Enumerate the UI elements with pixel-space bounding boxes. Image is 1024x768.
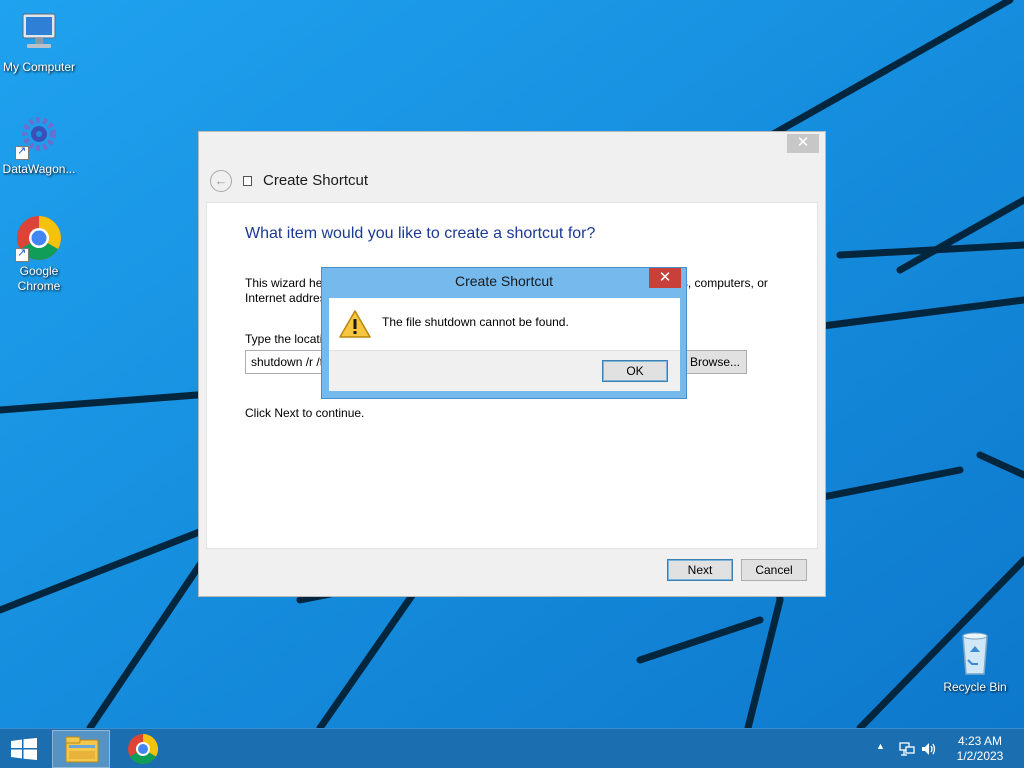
desktop-icon-label: Google Chrome — [17, 264, 61, 293]
desktop-icon-datawagon[interactable]: DataWagon... — [0, 112, 78, 177]
chrome-icon — [15, 214, 63, 262]
wizard-header: ← Create Shortcut — [199, 162, 825, 202]
error-dialog-close-button[interactable]: ✕ — [649, 268, 681, 288]
error-dialog-body: The file shutdown cannot be found. OK — [329, 298, 680, 391]
shortcut-arrow-icon — [15, 246, 29, 262]
start-button[interactable] — [0, 729, 48, 768]
computer-icon — [15, 10, 63, 58]
cancel-button[interactable]: Cancel — [741, 559, 807, 581]
desktop-icon-recycle-bin[interactable]: Recycle Bin — [936, 630, 1014, 695]
chrome-icon — [128, 734, 159, 765]
volume-icon[interactable] — [920, 740, 938, 758]
gear-icon — [15, 112, 63, 160]
error-message: The file shutdown cannot be found. — [382, 315, 569, 329]
tray-overflow-icon[interactable]: ▲ — [876, 741, 885, 751]
clock-time: 4:23 AM — [957, 734, 1003, 748]
clock-date: 1/2/2023 — [956, 749, 1004, 763]
shortcut-arrow-icon — [15, 144, 29, 160]
desktop-icon-label: DataWagon... — [2, 162, 76, 176]
desktop-icon-label: Recycle Bin — [943, 680, 1007, 694]
wizard-title: Create Shortcut — [263, 172, 369, 189]
desktop-icon-my-computer[interactable]: My Computer — [0, 10, 78, 75]
continue-text: Click Next to continue. — [245, 406, 365, 420]
taskbar-chrome[interactable] — [118, 730, 168, 768]
taskbar-file-explorer[interactable] — [52, 730, 110, 768]
clock[interactable]: 4:23 AM 1/2/2023 — [948, 734, 1012, 764]
network-icon[interactable] — [898, 740, 916, 758]
error-dialog: Create Shortcut ✕ The file shutdown cann… — [321, 267, 687, 399]
windows-logo-icon — [11, 738, 37, 760]
desktop-icon-label: My Computer — [2, 60, 76, 74]
browse-button[interactable]: Browse... — [681, 350, 747, 374]
error-dialog-footer: OK — [329, 350, 680, 391]
back-arrow-icon[interactable]: ← — [210, 170, 232, 192]
recycle-bin-icon — [951, 630, 999, 678]
warning-icon — [339, 309, 371, 339]
ok-button[interactable]: OK — [602, 360, 668, 382]
error-dialog-title: Create Shortcut — [454, 273, 554, 289]
next-button[interactable]: Next — [667, 559, 733, 581]
file-explorer-icon — [65, 736, 99, 763]
taskbar: ▲ 4:23 AM 1/2/2023 — [0, 728, 1024, 768]
wizard-heading: What item would you like to create a sho… — [245, 225, 596, 242]
wizard-close-button[interactable]: ✕ — [787, 134, 819, 153]
desktop: My Computer DataWagon... Google Chr — [0, 0, 1024, 728]
desktop-icon-google-chrome[interactable]: Google Chrome — [0, 214, 78, 294]
shortcut-icon — [243, 176, 252, 186]
